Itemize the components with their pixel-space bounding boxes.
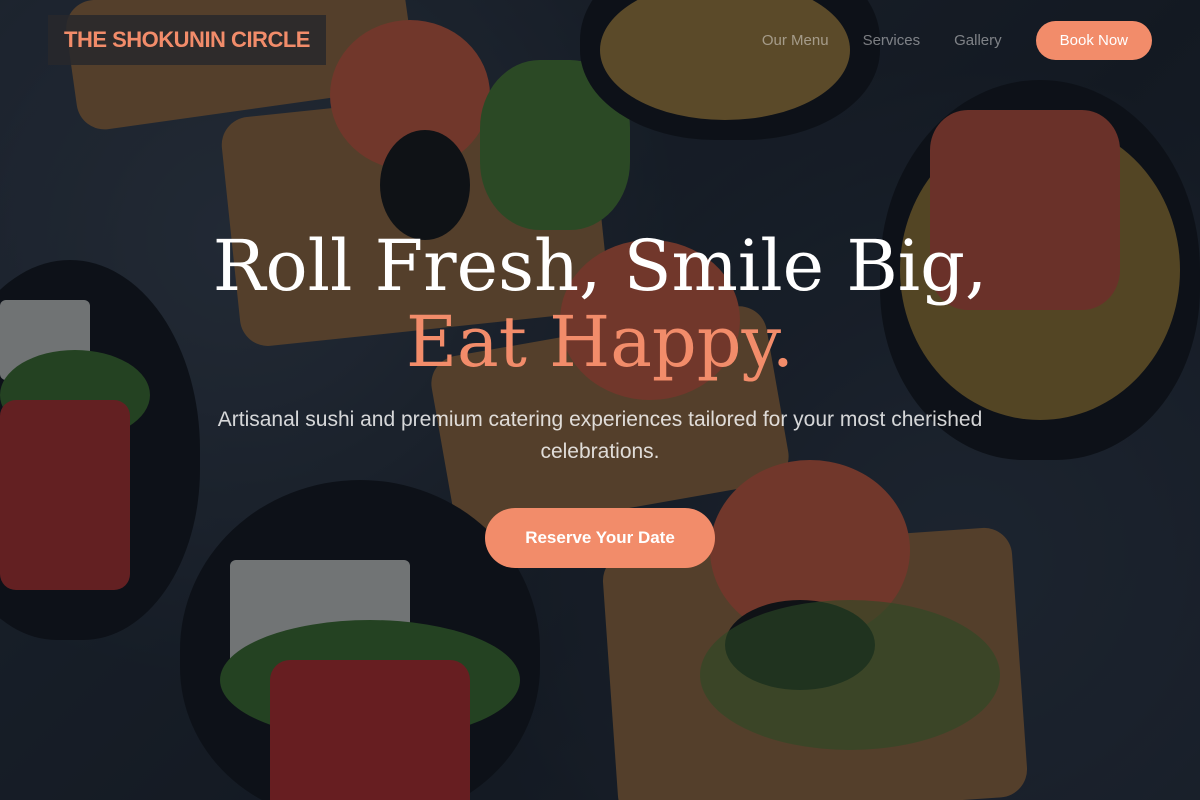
book-now-button[interactable]: Book Now: [1035, 20, 1152, 60]
brand-logo[interactable]: THE SHOKUNIN CIRCLE: [48, 15, 326, 65]
hero-subtitle: Artisanal sushi and premium catering exp…: [217, 408, 983, 463]
hero-title-accent: Eat Happy.: [405, 301, 795, 383]
nav-link-gallery[interactable]: Gallery: [954, 32, 1002, 49]
nav-menu: Our Menu Services Gallery Book Now: [762, 20, 1152, 60]
nav-link-our-menu[interactable]: Our Menu: [762, 32, 829, 49]
nav-link-services[interactable]: Services: [863, 32, 921, 49]
reserve-your-date-button[interactable]: Reserve Your Date: [485, 508, 715, 568]
hero-section: Roll Fresh, Smile Big, Eat Happy. Artisa…: [0, 228, 1200, 568]
top-navigation: THE SHOKUNIN CIRCLE Our Menu Services Ga…: [0, 0, 1200, 80]
hero-title: Roll Fresh, Smile Big, Eat Happy.: [170, 228, 1030, 380]
hero-title-main: Roll Fresh, Smile Big,: [212, 225, 988, 307]
